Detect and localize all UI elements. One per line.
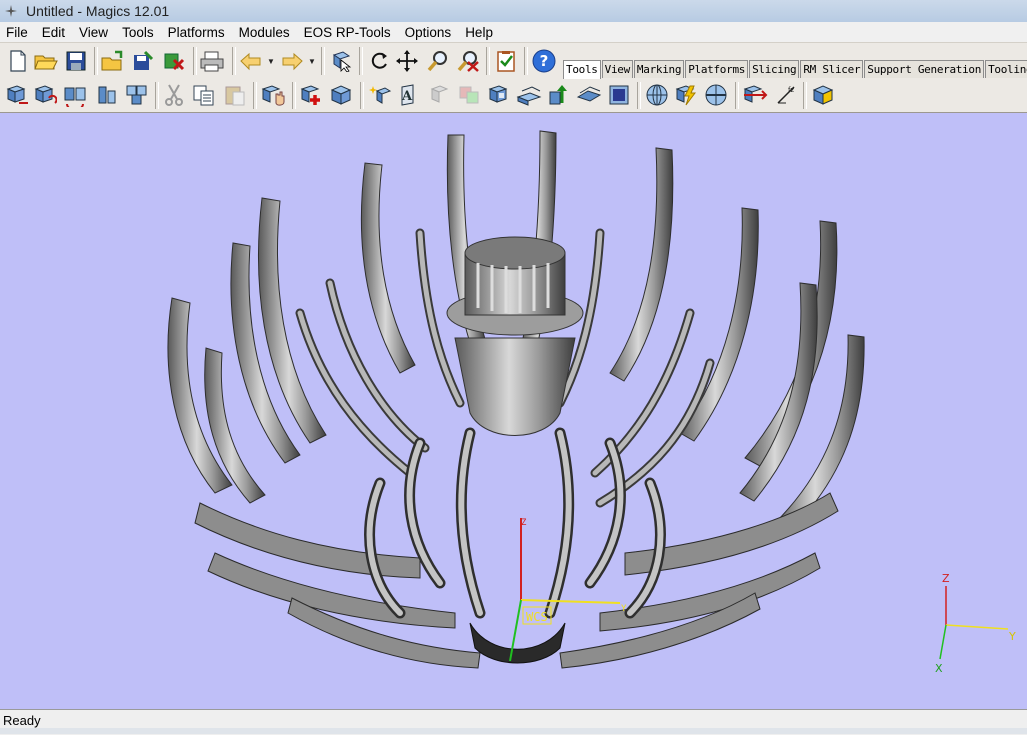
cut-icon[interactable]: [161, 82, 187, 108]
copy-icon[interactable]: [191, 82, 217, 108]
status-text: Ready: [3, 713, 41, 728]
zoom-window-icon[interactable]: [455, 48, 481, 74]
text-icon[interactable]: A: [396, 82, 422, 108]
wireframe-icon[interactable]: [703, 82, 729, 108]
help-icon[interactable]: ?: [531, 48, 557, 74]
tab-tools[interactable]: Tools: [563, 60, 601, 79]
pan-view-icon[interactable]: [394, 48, 420, 74]
menu-tools[interactable]: Tools: [115, 25, 161, 40]
axis-triad: Z Y X: [935, 572, 1016, 675]
toolbar-separator: [253, 82, 257, 109]
wcs-y-label: Y: [621, 604, 627, 614]
menu-options[interactable]: Options: [398, 25, 459, 40]
undo-dropdown-icon[interactable]: ▼: [267, 57, 275, 66]
model-render: WCS Z Y Z Y X: [167, 130, 1016, 675]
load-part-icon[interactable]: [100, 48, 126, 74]
select-part-icon[interactable]: [328, 48, 354, 74]
measure-icon[interactable]: [260, 82, 286, 108]
toolbar-separator: [232, 47, 236, 75]
triad-x-label: X: [935, 662, 943, 675]
part-info-icon[interactable]: [810, 82, 836, 108]
shell-icon[interactable]: [427, 82, 453, 108]
toolbar-separator: [360, 82, 364, 109]
svg-text:A: A: [401, 89, 413, 104]
fix-icon[interactable]: [368, 82, 394, 108]
menu-bar: File Edit View Tools Platforms Modules E…: [0, 22, 1027, 42]
view-sphere-icon[interactable]: [644, 82, 670, 108]
boolean-icon[interactable]: [456, 82, 482, 108]
toolbar-separator: [155, 82, 159, 109]
slice-icon[interactable]: fz: [773, 82, 799, 108]
lamp-model[interactable]: [167, 130, 865, 669]
rotate-view-icon[interactable]: [366, 48, 392, 74]
section-icon[interactable]: [742, 82, 768, 108]
toolbar-separator: [486, 47, 490, 75]
redo-dropdown-icon[interactable]: ▼: [308, 57, 316, 66]
tab-marking[interactable]: Marking: [633, 60, 685, 78]
toolbar-separator: [803, 82, 807, 109]
toolbar-separator: [193, 47, 197, 75]
toolbar-separator: [292, 82, 296, 109]
paste-icon[interactable]: [222, 82, 248, 108]
unload-part-icon[interactable]: [161, 48, 187, 74]
zoom-icon[interactable]: [425, 48, 451, 74]
hollow-icon[interactable]: [486, 82, 512, 108]
menu-file[interactable]: File: [0, 25, 35, 40]
offset-icon[interactable]: [546, 82, 572, 108]
toolbar-separator: [524, 47, 528, 75]
menu-eos-rp-tools[interactable]: EOS RP-Tools: [297, 25, 398, 40]
smooth-icon[interactable]: [576, 82, 602, 108]
svg-text:?: ?: [540, 52, 549, 70]
app-icon: [5, 5, 17, 17]
add-part-icon[interactable]: [298, 82, 324, 108]
undo-icon[interactable]: [238, 48, 264, 74]
tab-rm-slicer[interactable]: RM Slicer: [800, 60, 864, 78]
triad-z-label: Z: [942, 572, 950, 585]
duplicate-icon[interactable]: [124, 82, 150, 108]
window-title: Untitled - Magics 12.01: [26, 3, 170, 19]
tab-tooling[interactable]: Tooling: [985, 60, 1027, 78]
checklist-icon[interactable]: [493, 48, 519, 74]
tab-strip: Tools View Marking Platforms Slicing RM …: [563, 60, 1027, 79]
save-icon[interactable]: [63, 48, 89, 74]
svg-text:fz: fz: [788, 86, 794, 94]
menu-edit[interactable]: Edit: [35, 25, 72, 40]
menu-modules[interactable]: Modules: [232, 25, 297, 40]
print-icon[interactable]: [199, 48, 225, 74]
open-icon[interactable]: [33, 48, 59, 74]
tab-platforms[interactable]: Platforms: [685, 60, 749, 78]
tab-view[interactable]: View: [601, 60, 633, 78]
tab-support-generation[interactable]: Support Generation: [864, 60, 985, 78]
toolbar-separator: [321, 47, 325, 75]
extrude-icon[interactable]: [516, 82, 542, 108]
triangle-reduction-icon[interactable]: [606, 82, 632, 108]
menu-view[interactable]: View: [72, 25, 115, 40]
menu-platforms[interactable]: Platforms: [161, 25, 232, 40]
new-icon[interactable]: [5, 48, 31, 74]
toolbar-separator: [94, 47, 98, 75]
3d-viewport[interactable]: WCS Z Y Z Y X: [0, 113, 1027, 709]
wcs-label: WCS: [526, 610, 548, 624]
render-icon[interactable]: [673, 82, 699, 108]
rotate-part-icon[interactable]: [32, 82, 58, 108]
mirror-icon[interactable]: [62, 82, 88, 108]
rescale-icon[interactable]: [94, 82, 120, 108]
translate-icon[interactable]: [4, 82, 30, 108]
toolbar-separator: [637, 82, 641, 109]
box-part-icon[interactable]: [328, 82, 354, 108]
redo-icon[interactable]: [279, 48, 305, 74]
toolbar-separator: [359, 47, 363, 75]
tools-toolbar: A fz: [0, 79, 1027, 113]
toolbar-separator: [735, 82, 739, 109]
menu-help[interactable]: Help: [458, 25, 500, 40]
wcs-z-label: Z: [521, 518, 527, 528]
triad-y-label: Y: [1008, 630, 1016, 643]
title-bar: Untitled - Magics 12.01: [0, 0, 1027, 22]
taskbar-strip: [0, 728, 1027, 734]
save-part-icon[interactable]: [130, 48, 156, 74]
tab-slicing[interactable]: Slicing: [749, 60, 800, 78]
